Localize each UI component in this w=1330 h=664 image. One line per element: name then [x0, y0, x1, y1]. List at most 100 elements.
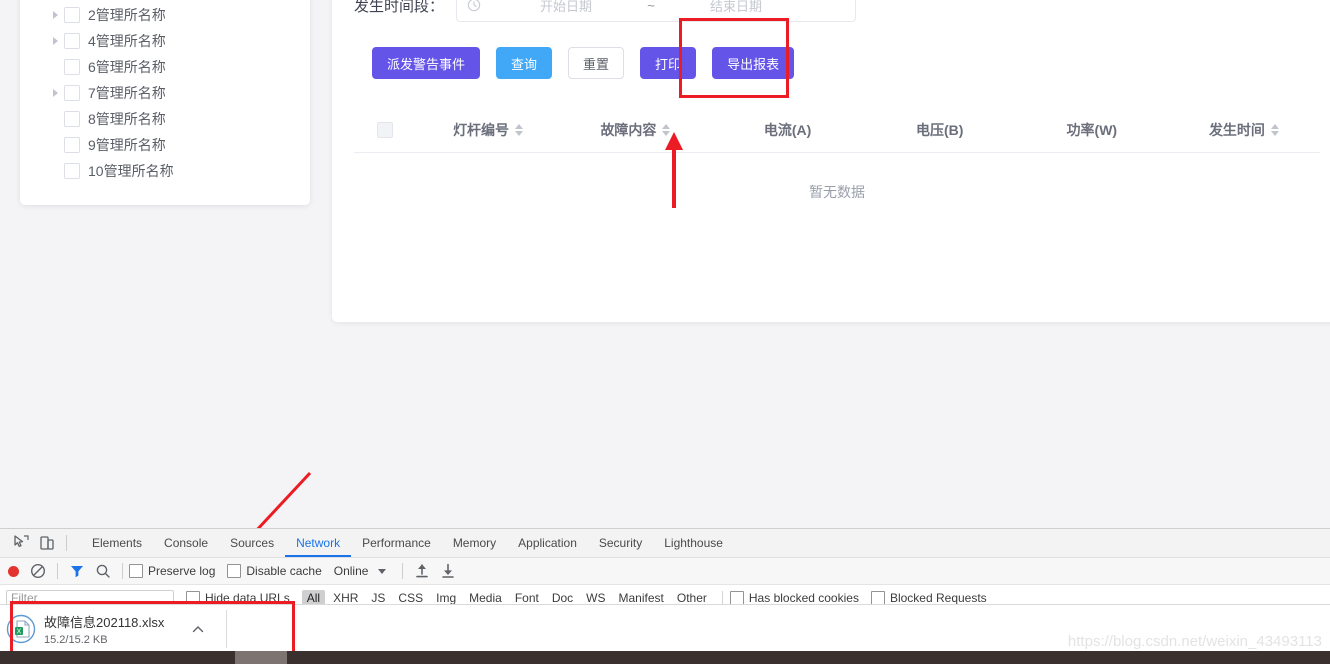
blocked-requests-option[interactable]: Blocked Requests: [870, 591, 987, 605]
table-header-label: 发生时间: [1208, 122, 1265, 138]
search-icon[interactable]: [94, 562, 112, 580]
devtools-tab-console[interactable]: Console: [153, 530, 219, 557]
tree-item-checkbox[interactable]: [64, 85, 80, 101]
blocked-requests-checkbox[interactable]: [870, 591, 885, 605]
tree-item[interactable]: 9管理所名称: [20, 132, 310, 158]
select-all-header-cell[interactable]: [354, 122, 417, 138]
annotation-box-download-item: [10, 601, 295, 657]
fault-query-panel: 发生时间段： 开始日期 ~ 结束日期 派发警告事件 查询 重置 打印 导出报表 …: [332, 0, 1330, 322]
table-header-label: 电压(B): [915, 122, 964, 138]
blocked-requests-label: Blocked Requests: [889, 591, 987, 605]
clock-icon: [467, 0, 481, 12]
tree-item-label: 8管理所名称: [88, 111, 166, 127]
devtools-tab-sources[interactable]: Sources: [219, 530, 285, 557]
screenshot-root: 2管理所名称 4管理所名称 6管理所名称 7管理所名称 8管理所名称 9管理所名称 10管理…: [0, 0, 1330, 664]
table-header-cell: 电流(A): [712, 120, 864, 140]
tree-item[interactable]: 7管理所名称: [20, 80, 310, 106]
tree-item-label: 4管理所名称: [88, 33, 166, 49]
devtools-tab-performance[interactable]: Performance: [351, 530, 442, 557]
tree-item[interactable]: 8管理所名称: [20, 106, 310, 132]
preserve-log-label: Preserve log: [148, 564, 216, 578]
tree-item-checkbox[interactable]: [64, 59, 80, 75]
devtools-tab-security[interactable]: Security: [588, 530, 653, 557]
import-har-icon[interactable]: [413, 562, 431, 580]
disable-cache-checkbox[interactable]: [227, 564, 242, 578]
filter-funnel-icon[interactable]: [68, 562, 86, 580]
organization-tree-list: 2管理所名称 4管理所名称 6管理所名称 7管理所名称 8管理所名称 9管理所名称 10管理…: [20, 2, 310, 184]
dispatch-alarm-event-button[interactable]: 派发警告事件: [372, 47, 481, 79]
end-date-placeholder: 结束日期: [710, 0, 763, 14]
expand-triangle-icon[interactable]: [48, 34, 62, 48]
organization-tree-panel: 2管理所名称 4管理所名称 6管理所名称 7管理所名称 8管理所名称 9管理所名称 10管理…: [20, 0, 310, 205]
inspect-element-icon[interactable]: [12, 534, 30, 552]
has-blocked-cookies-checkbox[interactable]: [729, 591, 744, 605]
tree-item-checkbox[interactable]: [64, 33, 80, 49]
time-range-label: 发生时间段：: [354, 0, 445, 15]
toolbar-divider: [122, 563, 123, 579]
table-header-cell[interactable]: 灯杆编号: [417, 120, 560, 140]
filter-divider: [721, 591, 723, 605]
start-date-placeholder: 开始日期: [540, 0, 593, 14]
disable-cache-option[interactable]: Disable cache: [227, 564, 322, 578]
tree-item-checkbox[interactable]: [64, 163, 80, 179]
devtools-tabs: Elements Console Sources Network Performance…: [81, 530, 734, 557]
devtools-tab-lighthouse[interactable]: Lighthouse: [653, 530, 734, 557]
select-all-checkbox[interactable]: [377, 122, 394, 138]
reset-button[interactable]: 重置: [568, 47, 625, 79]
tree-item[interactable]: 6管理所名称: [20, 54, 310, 80]
tree-item-label: 7管理所名称: [88, 85, 166, 101]
watermark-text: https://blog.csdn.net/weixin_43493113: [1067, 633, 1322, 650]
chevron-down-icon[interactable]: [378, 568, 387, 574]
table-header-label: 故障内容: [600, 122, 657, 138]
export-har-icon[interactable]: [439, 562, 457, 580]
annotation-box-export-button: [679, 18, 789, 98]
table-header-cell: 电压(B): [864, 120, 1016, 140]
table-header-cell: 功率(W): [1016, 120, 1168, 140]
table-empty-state: 暂无数据: [354, 152, 1320, 252]
network-toolbar: Preserve log Disable cache Online: [0, 558, 1330, 585]
table-header-label: 功率(W): [1066, 122, 1118, 138]
taskbar-active-segment: [235, 651, 287, 664]
disable-cache-label: Disable cache: [246, 564, 322, 578]
expand-triangle-icon[interactable]: [48, 86, 62, 100]
devtools-tab-application[interactable]: Application: [507, 530, 588, 557]
tree-item[interactable]: 10管理所名称: [20, 158, 310, 184]
expand-triangle-icon[interactable]: [48, 8, 62, 22]
sort-arrows-icon[interactable]: [1270, 124, 1279, 136]
toolbar-divider: [57, 563, 58, 579]
record-icon[interactable]: [8, 565, 19, 577]
devtools-tab-elements[interactable]: Elements: [81, 530, 153, 557]
query-button[interactable]: 查询: [496, 47, 553, 79]
tree-item-checkbox[interactable]: [64, 111, 80, 127]
sort-arrows-icon[interactable]: [515, 124, 524, 136]
clear-icon[interactable]: [29, 562, 47, 580]
devtools-tab-bar: Elements Console Sources Network Performance…: [0, 529, 1330, 558]
has-blocked-cookies-label: Has blocked cookies: [748, 591, 859, 605]
toolbar-divider: [402, 563, 404, 579]
empty-state-text: 暂无数据: [809, 184, 865, 200]
tree-item-label: 9管理所名称: [88, 137, 166, 153]
devtools-left-icons: [0, 534, 81, 552]
throttle-value[interactable]: Online: [334, 564, 369, 578]
tree-item-label: 6管理所名称: [88, 59, 166, 75]
preserve-log-option[interactable]: Preserve log: [129, 564, 215, 578]
table-header-cell[interactable]: 发生时间: [1168, 120, 1320, 140]
tree-item-label: 2管理所名称: [88, 7, 166, 23]
devtools-tab-network[interactable]: Network: [285, 530, 351, 557]
tree-item-checkbox[interactable]: [64, 7, 80, 23]
date-range-input[interactable]: 开始日期 ~ 结束日期: [456, 0, 857, 22]
preserve-log-checkbox[interactable]: [129, 564, 143, 578]
tree-item[interactable]: 4管理所名称: [20, 28, 310, 54]
date-range-separator: ~: [647, 0, 655, 13]
device-toolbar-icon[interactable]: [38, 534, 56, 552]
toolbar-divider: [66, 535, 67, 551]
tree-item[interactable]: 2管理所名称: [20, 2, 310, 28]
tree-item-checkbox[interactable]: [64, 137, 80, 153]
devtools-tab-memory[interactable]: Memory: [442, 530, 507, 557]
has-blocked-cookies-option[interactable]: Has blocked cookies: [729, 591, 859, 605]
taskbar: [0, 651, 1330, 664]
